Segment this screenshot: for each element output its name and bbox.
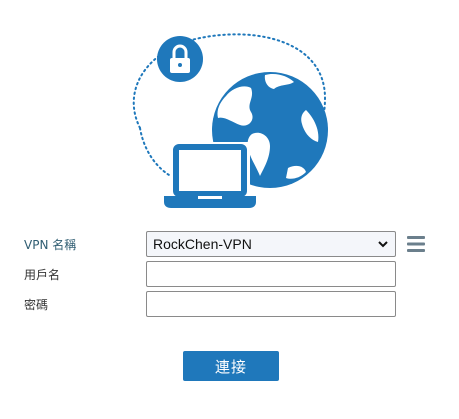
vpn-name-label: VPN 名稱 [24,238,77,252]
chevron-down-icon [378,241,388,248]
laptop-icon [164,142,256,208]
vpn-name-select[interactable]: RockChen-VPN [146,231,396,257]
password-input[interactable] [146,291,396,317]
password-label: 密碼 [24,298,49,312]
connect-button[interactable]: 連接 [183,351,279,381]
username-label: 用戶名 [24,268,61,282]
vpn-illustration [132,33,328,208]
vpn-name-value: RockChen-VPN [153,236,252,252]
username-input[interactable] [146,261,396,287]
lock-icon [157,36,203,82]
hamburger-menu-icon[interactable] [405,233,427,255]
vpn-connect-page: VPN 名稱 RockChen-VPN 用戶名 密碼 連接 [0,0,459,419]
